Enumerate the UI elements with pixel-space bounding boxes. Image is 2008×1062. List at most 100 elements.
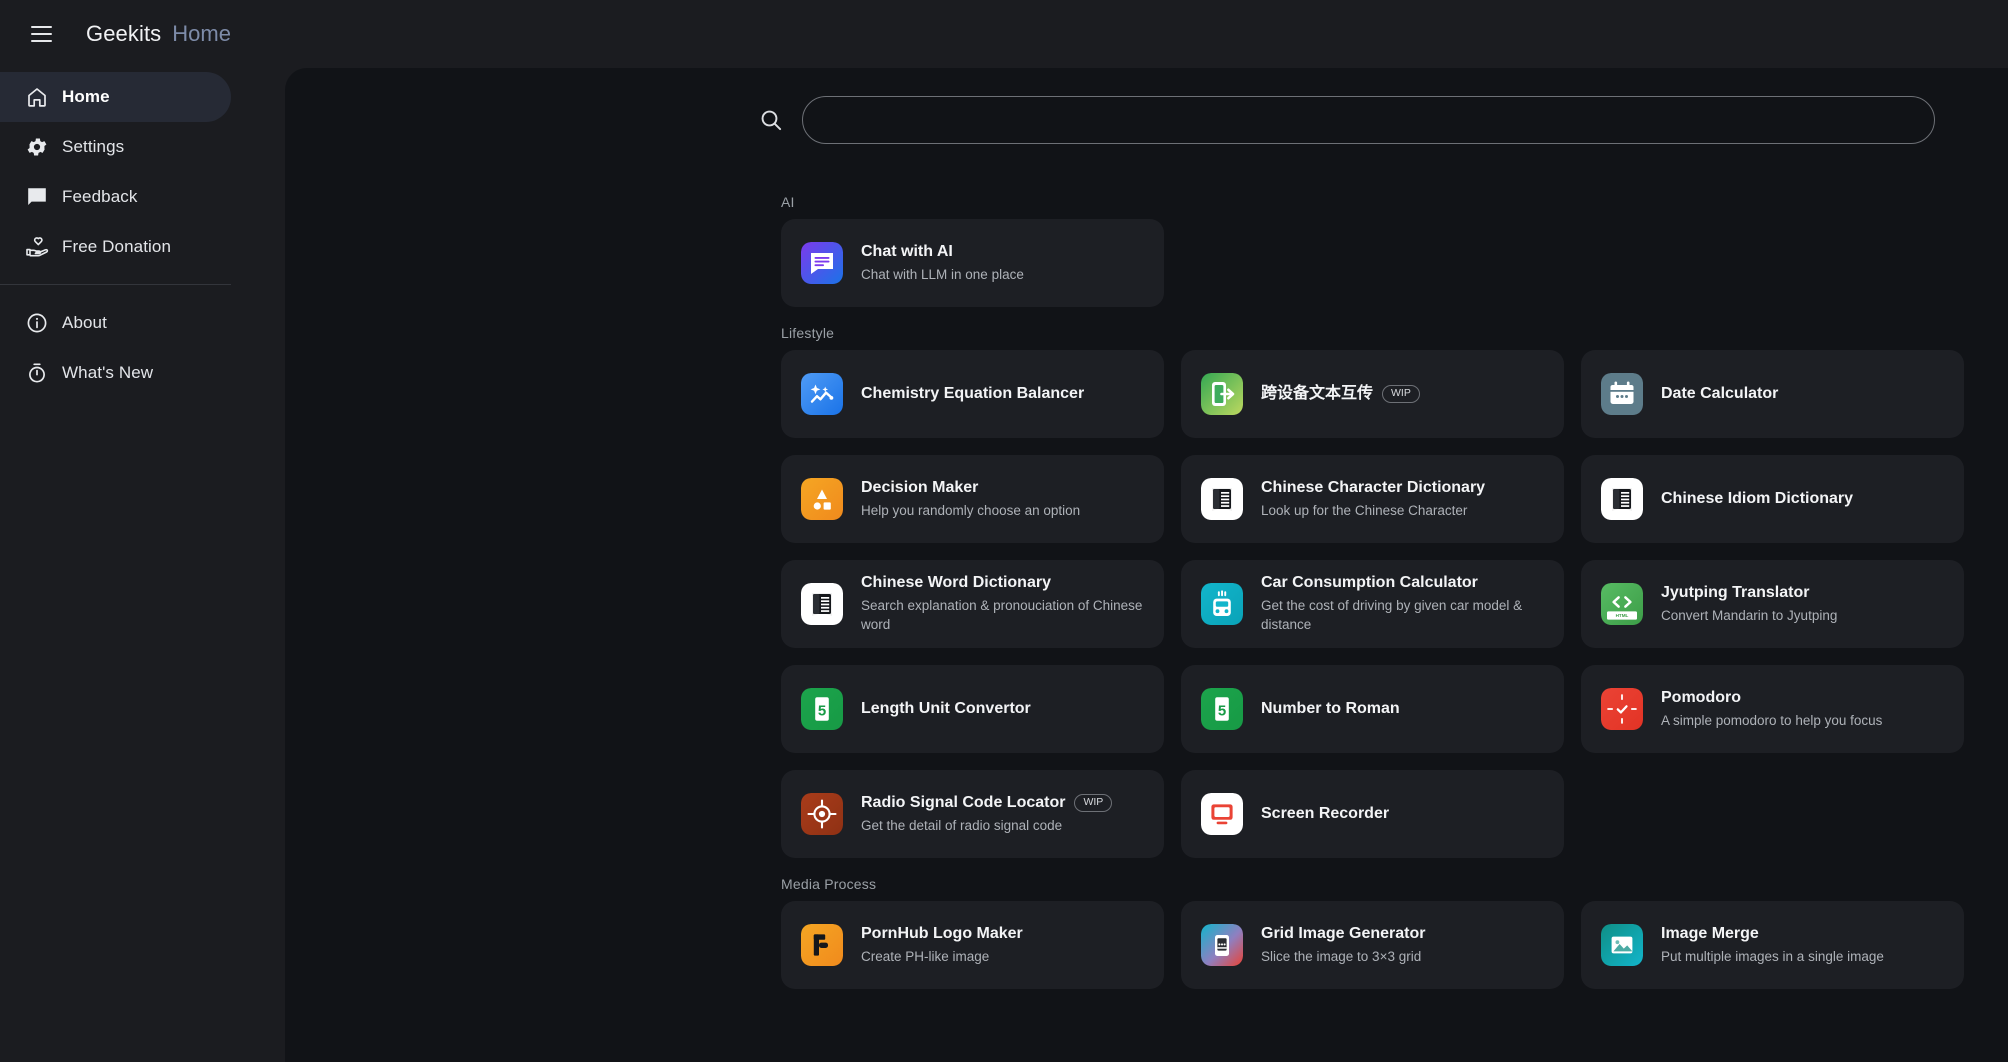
app-card-title: Number to Roman [1261,699,1400,720]
app-card-title-text: 跨设备文本互传 [1261,384,1374,402]
app-card[interactable]: Screen Recorder [1181,770,1564,858]
app-card-title-text: Number to Roman [1261,699,1400,717]
sidebar-item-free-donation[interactable]: Free Donation [0,222,231,272]
app-card-title: Image Merge [1661,924,1884,945]
book-icon [801,583,843,625]
app-card-description: Create PH-like image [861,948,990,964]
app-card-title-text: Chinese Word Dictionary [861,574,1051,592]
app-card-title-text: Date Calculator [1661,384,1779,402]
app-card-title-text: Chemistry Equation Balancer [861,384,1085,402]
search-input[interactable] [802,96,1935,144]
svg-text:5: 5 [818,702,826,719]
app-card-title: Chat with AI [861,242,1024,263]
app-card[interactable]: PornHub Logo Maker Create PH-like image [781,901,1164,989]
svg-text:5: 5 [1218,702,1226,719]
app-card[interactable]: HTML Jyutping Translator Convert Mandarin … [1581,560,1964,648]
app-card-text: Chat with AI Chat with LLM in one place [861,242,1024,284]
image-icon [1601,924,1643,966]
hamburger-menu-icon[interactable] [18,11,64,57]
main-scroll-area[interactable]: AI Chat with AI Chat with LLM in one place… [285,68,2008,1062]
app-card[interactable]: Grid Image Generator Slice the image to 3… [1181,901,1564,989]
app-card-title: 跨设备文本互传 WIP [1261,384,1420,405]
app-card[interactable]: Car Consumption Calculator Get the cost o… [1181,560,1564,648]
status-badge: WIP [1382,385,1420,403]
app-card-text: Screen Recorder [1261,804,1389,825]
car-icon [1201,583,1243,625]
app-card[interactable]: Radio Signal Code Locator WIP Get the deta… [781,770,1164,858]
app-card-title: Chinese Word Dictionary [861,573,1144,594]
app-card-description: Chat with LLM in one place [861,266,1024,282]
sidebar-item-label: Home [62,87,110,106]
app-card-title: Length Unit Convertor [861,699,1031,720]
app-card-title-text: PornHub Logo Maker [861,924,1023,942]
app-card[interactable]: Chat with AI Chat with LLM in one place [781,219,1164,307]
app-card[interactable]: Date Calculator [1581,350,1964,438]
info-circle-icon [12,311,62,335]
app-card-description: Get the cost of driving by given car mod… [1261,597,1523,633]
search-row [285,68,2008,144]
app-card[interactable]: 5 Length Unit Convertor [781,665,1164,753]
sidebar-divider [0,284,231,285]
app-card-description: Slice the image to 3×3 grid [1261,948,1422,964]
sparkle-chart-icon [801,373,843,415]
book-icon [1601,478,1643,520]
app-card-text: Chinese Character Dictionary Look up for … [1261,478,1485,520]
app-card-title-text: Radio Signal Code Locator [861,793,1066,811]
status-badge: WIP [1074,794,1113,812]
phone-transfer-icon [1201,373,1243,415]
app-card[interactable]: Chinese Character Dictionary Look up for … [1181,455,1564,543]
app-card[interactable]: 跨设备文本互传 WIP [1181,350,1564,438]
sidebar-item-label: About [62,313,107,332]
app-card-description: Look up for the Chinese Character [1261,502,1468,518]
hamburger-bar [30,26,52,28]
app-card-title-text: Pomodoro [1661,688,1741,706]
app-card[interactable]: Chinese Idiom Dictionary [1581,455,1964,543]
sidebar-secondary-group: About What's New [0,298,285,398]
section-media-process: Media Process PornHub Logo Maker Create PH… [285,876,2008,989]
app-card[interactable]: 5 Number to Roman [1181,665,1564,753]
app-card-title-text: Grid Image Generator [1261,924,1426,942]
app-card-title: Chinese Idiom Dictionary [1661,489,1853,510]
sidebar: Home Settings Feedback Free Donation About W… [0,68,285,1062]
decision-shapes-icon [801,478,843,520]
radio-target-icon [801,793,843,835]
sidebar-item-about[interactable]: About [0,298,231,348]
section-lifestyle: Lifestyle Chemistry Equation Balancer 跨设备文… [285,325,2008,858]
app-card-title-text: Length Unit Convertor [861,699,1031,717]
ph-logo-icon [801,924,843,966]
sidebar-item-feedback[interactable]: Feedback [0,172,231,222]
sidebar-item-label: Settings [62,137,125,156]
app-card-text: Pomodoro A simple pomodoro to help you fo… [1661,688,1882,730]
app-card[interactable]: Decision Maker Help you randomly choose a… [781,455,1164,543]
app-card[interactable]: Chemistry Equation Balancer [781,350,1164,438]
app-card[interactable]: Chinese Word Dictionary Search explanatio… [781,560,1164,648]
app-card[interactable]: Pomodoro A simple pomodoro to help you fo… [1581,665,1964,753]
app-card-title-text: Car Consumption Calculator [1261,574,1478,592]
app-card-title-text: Image Merge [1661,924,1759,942]
app-card-text: Chemistry Equation Balancer [861,384,1084,405]
sidebar-item-home[interactable]: Home [0,72,231,122]
app-card-title: Chemistry Equation Balancer [861,384,1084,405]
tomato-timer-icon [1601,688,1643,730]
app-card-description: A simple pomodoro to help you focus [1661,712,1883,728]
calendar-icon [1601,373,1643,415]
app-card-text: Image Merge Put multiple images in a sing… [1661,924,1884,966]
app-card-title-text: Decision Maker [861,478,979,496]
app-card-title: Screen Recorder [1261,804,1389,825]
app-card[interactable]: Image Merge Put multiple images in a sing… [1581,901,1964,989]
app-card-text: PornHub Logo Maker Create PH-like image [861,924,1023,966]
app-card-title: Chinese Character Dictionary [1261,478,1485,499]
stopwatch-icon [12,361,62,385]
app-card-description: Get the detail of radio signal code [861,817,1063,833]
sidebar-item-settings[interactable]: Settings [0,122,231,172]
app-card-text: Decision Maker Help you randomly choose a… [861,478,1080,520]
app-card-text: Chinese Word Dictionary Search explanatio… [861,573,1144,635]
app-card-title-text: Jyutping Translator [1661,583,1810,601]
sidebar-item-what-s-new[interactable]: What's New [0,348,231,398]
app-card-title: Jyutping Translator [1661,583,1837,604]
app-card-text: Grid Image Generator Slice the image to 3… [1261,924,1426,966]
hamburger-bar [30,33,52,35]
chat-bubble-icon [801,242,843,284]
search-icon[interactable] [758,107,784,133]
monitor-record-icon [1201,793,1243,835]
